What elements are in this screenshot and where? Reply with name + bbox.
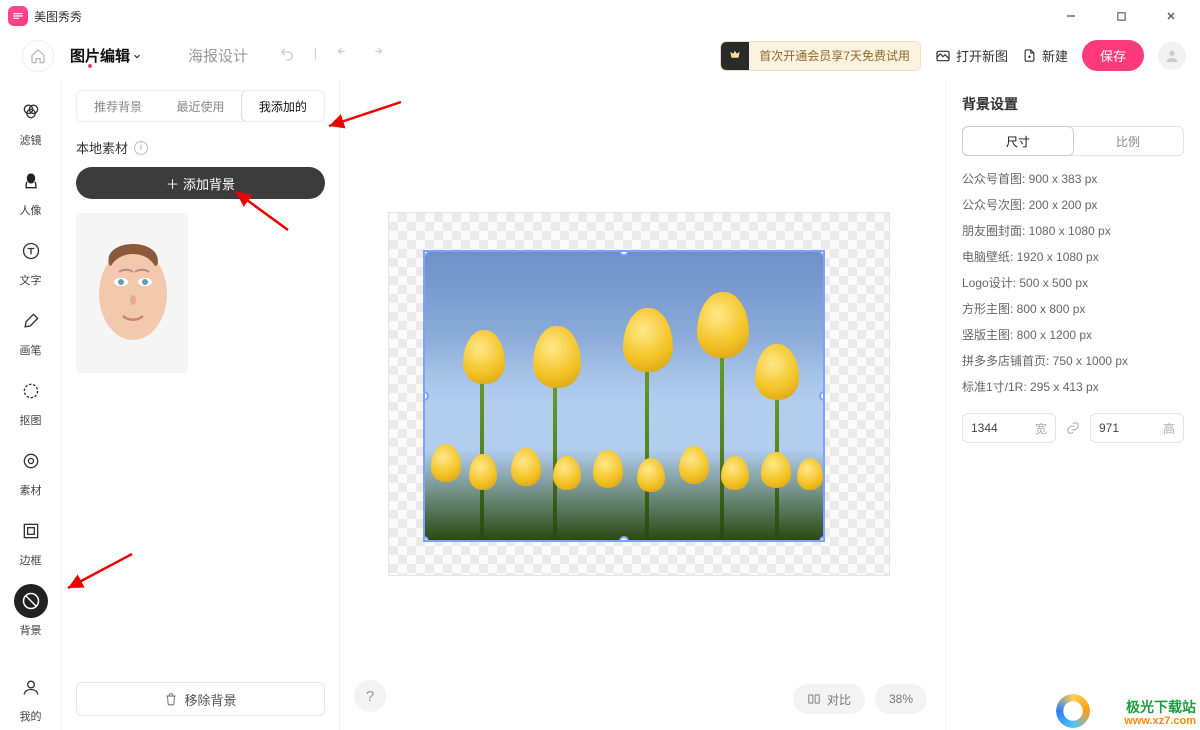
- new-file-button[interactable]: 新建: [1022, 46, 1068, 65]
- info-icon[interactable]: i: [134, 141, 148, 155]
- resize-handle-l[interactable]: [423, 391, 429, 401]
- undo-step-button[interactable]: [335, 46, 351, 65]
- preset-item[interactable]: Logo设计: 500 x 500 px: [962, 274, 1184, 291]
- top-toolbar: 图片编辑 海报设计 | 首次开通会员享7天免费试用 打开新图 新建 保存: [0, 32, 1200, 80]
- preset-item[interactable]: 朋友圈封面: 1080 x 1080 px: [962, 222, 1184, 239]
- subtab-recent[interactable]: 最近使用: [159, 91, 241, 121]
- preset-item[interactable]: 拼多多店铺首页: 750 x 1000 px: [962, 352, 1184, 369]
- redo-step-button[interactable]: [369, 46, 385, 65]
- resize-handle-b[interactable]: [619, 536, 629, 542]
- frame-icon: [14, 514, 48, 548]
- resize-handle-r[interactable]: [819, 391, 825, 401]
- crown-icon: [721, 42, 749, 70]
- sidebar-item-cutout[interactable]: 抠图: [8, 368, 54, 434]
- resize-handle-tr[interactable]: [819, 250, 825, 256]
- bg-thumbnail[interactable]: [76, 213, 188, 373]
- material-icon: [14, 444, 48, 478]
- sidebar-item-portrait[interactable]: 人像: [8, 158, 54, 224]
- link-dimensions-icon[interactable]: [1062, 421, 1084, 435]
- app-logo: [8, 6, 28, 26]
- sidebar-item-filter[interactable]: 滤镜: [8, 88, 54, 154]
- canvas[interactable]: [388, 212, 890, 576]
- canvas-area: ?: [340, 80, 945, 730]
- portrait-icon: [14, 164, 48, 198]
- divider: |: [314, 46, 317, 65]
- preset-item[interactable]: 公众号首图: 900 x 383 px: [962, 170, 1184, 187]
- sidebar-item-text[interactable]: 文字: [8, 228, 54, 294]
- watermark: 极光下载站 www.xz7.com: [1124, 700, 1196, 728]
- home-button[interactable]: [22, 40, 54, 72]
- sidebar-item-frame[interactable]: 边框: [8, 508, 54, 574]
- open-new-image-button[interactable]: 打开新图: [935, 46, 1008, 65]
- resize-handle-tl[interactable]: [423, 250, 429, 256]
- history-controls: |: [278, 46, 385, 65]
- add-background-button[interactable]: ＋ 添加背景: [76, 167, 325, 199]
- sidebar-item-background[interactable]: 背景: [8, 578, 54, 644]
- tab-poster-design[interactable]: 海报设计: [188, 45, 248, 66]
- height-input[interactable]: 971高: [1090, 413, 1184, 443]
- background-settings-panel: 背景设置 尺寸 比例 公众号首图: 900 x 383 px 公众号次图: 20…: [945, 80, 1200, 730]
- resize-handle-br[interactable]: [819, 536, 825, 542]
- title-bar: 美图秀秀: [0, 0, 1200, 32]
- subtab-added[interactable]: 我添加的: [241, 90, 325, 122]
- seg-size[interactable]: 尺寸: [962, 126, 1074, 156]
- compare-button[interactable]: 对比: [793, 684, 865, 714]
- cutout-icon: [14, 374, 48, 408]
- zoom-display[interactable]: 38%: [875, 684, 927, 714]
- window-maximize-button[interactable]: [1100, 2, 1142, 30]
- size-ratio-segment: 尺寸 比例: [962, 126, 1184, 156]
- brush-icon: [14, 304, 48, 338]
- bg-subtabs: 推荐背景 最近使用 我添加的: [76, 90, 325, 122]
- window-minimize-button[interactable]: [1050, 2, 1092, 30]
- preset-item[interactable]: 电脑壁纸: 1920 x 1080 px: [962, 248, 1184, 265]
- resize-handle-t[interactable]: [619, 250, 629, 256]
- user-icon: [14, 670, 48, 704]
- preset-item[interactable]: 竖版主图: 800 x 1200 px: [962, 326, 1184, 343]
- dimensions-row: 1344宽 971高: [962, 413, 1184, 443]
- left-sidebar: 滤镜 人像 文字 画笔 抠图 素材 边框 背景 我的: [0, 80, 62, 730]
- filter-icon: [14, 94, 48, 128]
- seg-ratio[interactable]: 比例: [1073, 127, 1183, 155]
- help-button[interactable]: ?: [354, 680, 386, 712]
- promo-banner[interactable]: 首次开通会员享7天免费试用: [720, 41, 921, 71]
- undo-button[interactable]: [278, 46, 296, 65]
- text-icon: [14, 234, 48, 268]
- save-button[interactable]: 保存: [1082, 40, 1144, 71]
- remove-background-button[interactable]: 移除背景: [76, 682, 325, 716]
- preset-item[interactable]: 标准1寸/1R: 295 x 413 px: [962, 378, 1184, 395]
- sidebar-item-brush[interactable]: 画笔: [8, 298, 54, 364]
- local-material-heading: 本地素材 i: [76, 138, 325, 157]
- preset-item[interactable]: 公众号次图: 200 x 200 px: [962, 196, 1184, 213]
- window-close-button[interactable]: [1150, 2, 1192, 30]
- tab-indicator-dot: [88, 64, 92, 68]
- width-input[interactable]: 1344宽: [962, 413, 1056, 443]
- tab-image-edit[interactable]: 图片编辑: [70, 45, 142, 66]
- background-panel: 推荐背景 最近使用 我添加的 本地素材 i ＋ 添加背景: [62, 80, 340, 730]
- preset-item[interactable]: 方形主图: 800 x 800 px: [962, 300, 1184, 317]
- subtab-recommended[interactable]: 推荐背景: [77, 91, 159, 121]
- app-name: 美图秀秀: [34, 8, 82, 25]
- sidebar-item-material[interactable]: 素材: [8, 438, 54, 504]
- sidebar-item-mine[interactable]: 我的: [8, 664, 54, 730]
- size-presets: 公众号首图: 900 x 383 px 公众号次图: 200 x 200 px …: [962, 170, 1184, 395]
- settings-title: 背景设置: [962, 94, 1184, 114]
- background-icon: [14, 584, 48, 618]
- watermark-logo: [1056, 694, 1090, 728]
- user-avatar[interactable]: [1158, 42, 1186, 70]
- selected-image[interactable]: [423, 250, 825, 542]
